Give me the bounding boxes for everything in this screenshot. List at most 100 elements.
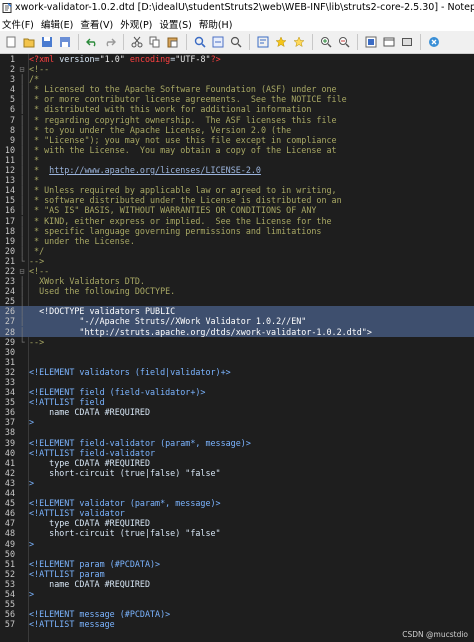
code-line[interactable]: 35 <!ATTLIST field <box>0 397 474 407</box>
replace-icon[interactable] <box>210 34 226 50</box>
menu-help[interactable]: 帮助(H) <box>199 17 233 31</box>
code-line[interactable]: 7 │ * regarding copyright ownership. The … <box>0 115 474 125</box>
code-line[interactable]: 55 <box>0 599 474 609</box>
code-line[interactable]: 22 ⊟ <!-- <box>0 266 474 276</box>
code-line[interactable]: 46 <!ATTLIST validator <box>0 508 474 518</box>
code-line[interactable]: 19 │ * under the License. <box>0 236 474 246</box>
menu-edit[interactable]: 编辑(E) <box>41 17 73 31</box>
code-line[interactable]: 9 │ * "License"); you may not use this fi… <box>0 135 474 145</box>
menu-appearance[interactable]: 外观(P) <box>120 17 152 31</box>
code-line[interactable]: 14 │ * Unless required by applicable law … <box>0 185 474 195</box>
code-line[interactable]: 24 │ Used the following DOCTYPE. <box>0 286 474 296</box>
copy-icon[interactable] <box>147 34 163 50</box>
toolbar-separator <box>249 34 250 50</box>
code-line[interactable]: 18 │ * specific language governing permis… <box>0 226 474 236</box>
code-line[interactable]: 1 <?xml version="1.0" encoding="UTF-8"?> <box>0 54 474 64</box>
code-line[interactable]: 44 <box>0 488 474 498</box>
code-line[interactable]: 48 short-circuit (true|false) "false" <box>0 528 474 538</box>
code-line[interactable]: 45 <!ELEMENT validator (param*, message)> <box>0 498 474 508</box>
code-line[interactable]: 2 ⊟ <!-- <box>0 64 474 74</box>
new-icon[interactable] <box>3 34 19 50</box>
paste-icon[interactable] <box>165 34 181 50</box>
code-line[interactable]: 4 │ * Licensed to the Apache Software Fou… <box>0 84 474 94</box>
code-line[interactable]: 36 name CDATA #REQUIRED <box>0 407 474 417</box>
code-line[interactable]: 23 │ XWork Validators DTD. <box>0 276 474 286</box>
code-line[interactable]: 10 │ * with the License. You may obtain a… <box>0 145 474 155</box>
fullscreen-icon[interactable] <box>399 34 415 50</box>
undo-icon[interactable] <box>84 34 100 50</box>
code-line[interactable]: 28 │ "http://struts.apache.org/dtds/xwork… <box>0 326 474 337</box>
code-line[interactable]: 47 type CDATA #REQUIRED <box>0 518 474 528</box>
code-line[interactable]: 39 <!ELEMENT field-validator (param*, mes… <box>0 438 474 448</box>
line-number: 46 <box>4 508 15 519</box>
fold-line-marker: │ <box>19 84 25 95</box>
code-line[interactable]: 37 > <box>0 417 474 427</box>
add-favorite-icon[interactable] <box>291 34 307 50</box>
code-line[interactable]: 38 <box>0 427 474 437</box>
code-line[interactable]: 40 <!ATTLIST field-validator <box>0 448 474 458</box>
wordwrap-icon[interactable] <box>255 34 271 50</box>
editor-area[interactable]: 1 <?xml version="1.0" encoding="UTF-8"?> 2… <box>0 54 474 642</box>
code-line[interactable]: 32 <!ELEMENT validators (field|validator)… <box>0 367 474 377</box>
scheme-icon[interactable] <box>363 34 379 50</box>
code-line[interactable]: 17 │ * KIND, either express or implied. S… <box>0 216 474 226</box>
line-number: 26 <box>4 306 15 317</box>
code-line[interactable]: 51 <!ELEMENT param (#PCDATA)> <box>0 559 474 569</box>
line-number: 37 <box>4 417 15 428</box>
code-line[interactable]: 5 │ * or more contributor license agreeme… <box>0 94 474 104</box>
code-line[interactable]: 29 └ --> <box>0 337 474 347</box>
line-number: 22 <box>4 265 15 276</box>
code-line[interactable]: 31 <box>0 357 474 367</box>
close-icon[interactable] <box>426 34 442 50</box>
code-line[interactable]: 57 <!ATTLIST message <box>0 619 474 629</box>
fold-toggle-icon[interactable]: ⊟ <box>17 64 27 74</box>
menu-settings[interactable]: 设置(S) <box>159 17 191 31</box>
zoom-in-icon[interactable] <box>318 34 334 50</box>
menu-file[interactable]: 文件(F) <box>2 17 34 31</box>
find-icon[interactable] <box>192 34 208 50</box>
zoom-out-icon[interactable] <box>336 34 352 50</box>
code-line[interactable]: 8 │ * to you under the Apache License, Ve… <box>0 125 474 135</box>
save-icon[interactable] <box>39 34 55 50</box>
code-line[interactable]: 11 │ * <box>0 155 474 165</box>
menu-view[interactable]: 查看(V) <box>80 17 113 31</box>
code-line[interactable]: 34 <!ELEMENT field (field-validator+)> <box>0 387 474 397</box>
settings-icon[interactable] <box>381 34 397 50</box>
cut-icon[interactable] <box>129 34 145 50</box>
save-as-icon[interactable] <box>57 34 73 50</box>
code-text: * specific language governing permission… <box>29 225 322 236</box>
code-line[interactable]: 33 <box>0 377 474 387</box>
code-line[interactable]: 25 │ <box>0 296 474 306</box>
line-number: 18 <box>4 225 15 236</box>
code-line[interactable]: 15 │ * software distributed under the Lic… <box>0 195 474 205</box>
fold-toggle-icon[interactable]: ⊟ <box>17 266 27 276</box>
code-line[interactable]: 42 short-circuit (true|false) "false" <box>0 468 474 478</box>
window-title: xwork-validator-1.0.2.dtd [D:\idealU\stu… <box>15 2 474 13</box>
goto-icon[interactable] <box>228 34 244 50</box>
code-line[interactable]: 53 name CDATA #REQUIRED <box>0 579 474 589</box>
line-number: 31 <box>4 356 15 367</box>
code-line[interactable]: 43 > <box>0 478 474 488</box>
code-line[interactable]: 30 <box>0 347 474 357</box>
favorite-icon[interactable] <box>273 34 289 50</box>
code-line[interactable]: 20 │ */ <box>0 246 474 256</box>
code-line[interactable]: 3 │ /* <box>0 74 474 84</box>
code-line[interactable]: 52 <!ATTLIST param <box>0 569 474 579</box>
redo-icon[interactable] <box>102 34 118 50</box>
code-line[interactable]: 49 > <box>0 539 474 549</box>
code-line[interactable]: 41 type CDATA #REQUIRED <box>0 458 474 468</box>
code-line[interactable]: 16 │ * "AS IS" BASIS, WITHOUT WARRANTIES … <box>0 205 474 215</box>
code-line[interactable]: 56 <!ELEMENT message (#PCDATA)> <box>0 609 474 619</box>
code-line[interactable]: 54 > <box>0 589 474 599</box>
code-line[interactable]: 13 │ * <box>0 175 474 185</box>
code-line[interactable]: 6 │ * distributed with this work for addi… <box>0 104 474 114</box>
code-line[interactable]: 50 <box>0 549 474 559</box>
code-line[interactable]: 27 │ "-//Apache Struts//XWork Validator 1… <box>0 316 474 327</box>
code-text: <!ATTLIST field <box>29 397 105 408</box>
license-link[interactable]: http://www.apache.org/licenses/LICENSE-2… <box>49 165 261 175</box>
code-line[interactable]: 26 │ <!DOCTYPE validators PUBLIC <box>0 306 474 317</box>
code-line[interactable]: 12 │ * http://www.apache.org/licenses/LIC… <box>0 165 474 175</box>
open-icon[interactable] <box>21 34 37 50</box>
line-number: 4 <box>9 84 15 95</box>
code-line[interactable]: 21 └ --> <box>0 256 474 266</box>
